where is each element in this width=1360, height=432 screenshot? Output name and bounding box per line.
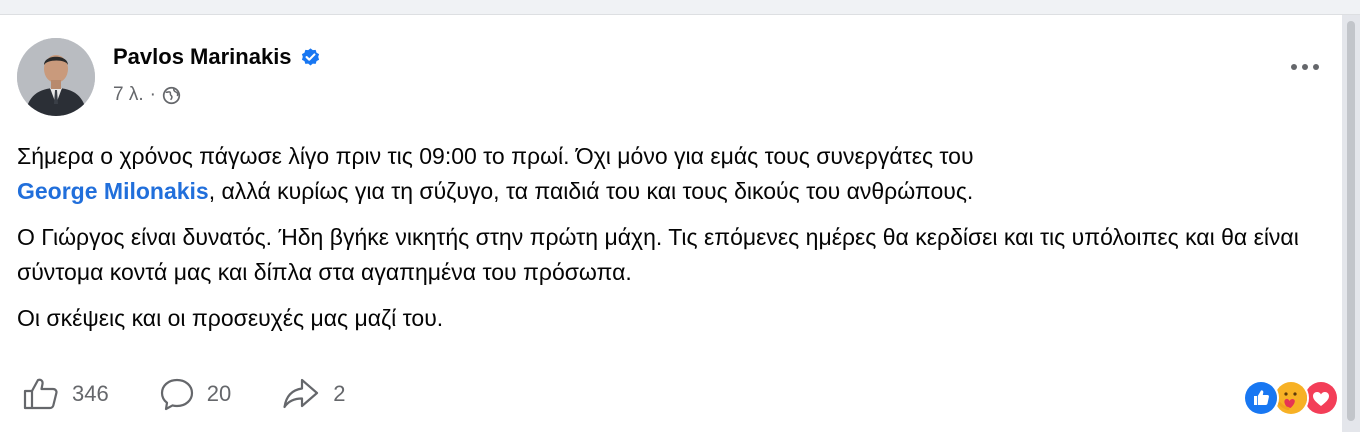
top-divider <box>0 0 1360 15</box>
dot <box>1313 64 1319 70</box>
avatar[interactable] <box>17 38 95 116</box>
verified-badge-icon <box>300 47 321 68</box>
mention-link[interactable]: George Milonakis <box>17 178 209 204</box>
share-button[interactable]: 2 <box>281 377 345 411</box>
globe-icon[interactable] <box>162 86 181 105</box>
share-count: 2 <box>333 381 346 406</box>
like-count: 346 <box>72 381 109 406</box>
scrollbar-thumb[interactable] <box>1347 21 1355 421</box>
comment-icon <box>160 378 193 411</box>
dot <box>1291 64 1297 70</box>
post-meta: 7 λ. · <box>113 84 181 106</box>
reactions-summary[interactable] <box>1243 380 1341 416</box>
post-time[interactable]: 7 λ. <box>113 84 144 106</box>
author-row: Pavlos Marinakis <box>113 44 321 70</box>
post-actions: 346 20 2 <box>22 377 395 411</box>
share-icon <box>283 378 319 409</box>
post-text: Σήμερα ο χρόνος πάγωσε λίγο πριν τις 09:… <box>17 139 1317 347</box>
meta-separator: · <box>149 84 156 105</box>
more-options-icon[interactable] <box>1291 64 1319 70</box>
like-reaction-icon <box>1243 380 1279 416</box>
author-name[interactable]: Pavlos Marinakis <box>113 44 292 70</box>
paragraph-2: Ο Γιώργος είναι δυνατός. Ήδη βγήκε νικητ… <box>17 224 1299 285</box>
paragraph-1-part-a: Σήμερα ο χρόνος πάγωσε λίγο πριν τις 09:… <box>17 143 974 169</box>
avatar-image <box>17 38 95 116</box>
paragraph-1: Σήμερα ο χρόνος πάγωσε λίγο πριν τις 09:… <box>17 139 1317 209</box>
scrollbar[interactable] <box>1342 15 1360 432</box>
paragraph-3: Οι σκέψεις και οι προσευχές μας μαζί του… <box>17 305 444 331</box>
paragraph-1-part-b: , αλλά κυρίως για τη σύζυγο, τα παιδιά τ… <box>208 178 974 204</box>
comment-button[interactable]: 20 <box>159 377 231 411</box>
like-button[interactable]: 346 <box>22 377 109 411</box>
comment-count: 20 <box>206 381 232 406</box>
dot <box>1302 64 1308 70</box>
thumbs-up-icon <box>23 378 58 410</box>
